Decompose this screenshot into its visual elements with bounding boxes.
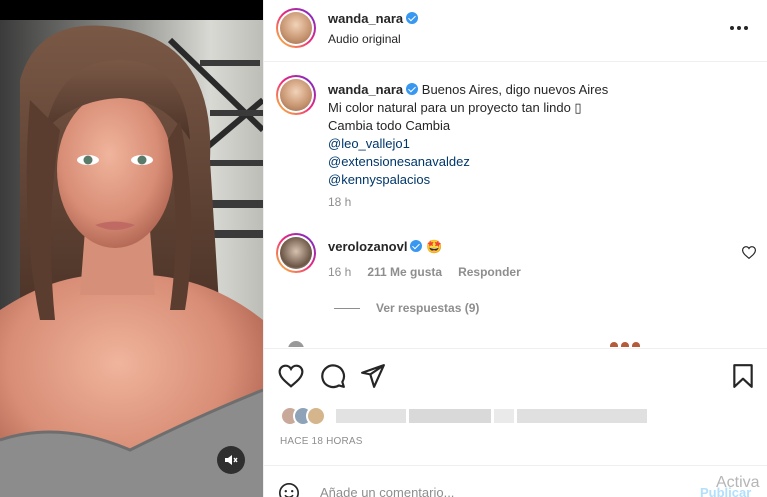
commenter-username[interactable]: verolozanovl (328, 239, 407, 254)
caption-line-3: Cambia todo Cambia (328, 118, 451, 133)
comment-icon[interactable] (320, 363, 346, 389)
caption-username[interactable]: wanda_nara (328, 82, 403, 97)
reply-button[interactable]: Responder (458, 265, 521, 279)
author-avatar[interactable] (276, 8, 316, 48)
post-panel: wanda_nara Audio original wanda_nara Bue… (263, 0, 767, 497)
mention-link[interactable]: @kennyspalacios (328, 171, 748, 189)
author-username-row[interactable]: wanda_nara (328, 11, 419, 26)
comment: verolozanovl 🤩 16 h 211 Me gusta Respond… (328, 238, 728, 279)
os-activation-watermark: Activa (716, 474, 760, 491)
commenter-avatar[interactable] (276, 233, 316, 273)
view-replies-row[interactable]: Ver respuestas (9) (334, 301, 479, 315)
action-bar (264, 348, 767, 400)
more-icon (730, 26, 734, 30)
emoji-icon[interactable] (278, 482, 300, 497)
caption-line-2: Mi color natural para un proyecto tan li… (328, 100, 582, 115)
more-options-button[interactable] (726, 18, 752, 38)
bookmark-icon[interactable] (730, 363, 756, 389)
verified-badge-icon (410, 240, 423, 252)
next-comment-preview (610, 342, 640, 347)
caption: wanda_nara Buenos Aires, digo nuevos Air… (328, 81, 748, 209)
mute-button[interactable] (217, 446, 245, 474)
heart-icon[interactable] (278, 363, 304, 389)
next-commenter-avatar[interactable] (288, 341, 304, 347)
post-header: wanda_nara Audio original (264, 0, 767, 62)
verified-badge-icon (406, 83, 419, 95)
comments-section: wanda_nara Buenos Aires, digo nuevos Air… (264, 63, 767, 347)
instagram-post: wanda_nara Audio original wanda_nara Bue… (0, 0, 767, 497)
post-photo (0, 20, 263, 497)
likes-text-blurred (336, 409, 647, 423)
comment-likes[interactable]: 211 Me gusta (367, 265, 442, 279)
verified-badge-icon (406, 12, 419, 24)
audio-label[interactable]: Audio original (328, 32, 401, 46)
comment-time[interactable]: 16 h (328, 265, 351, 279)
comment-text: 🤩 (426, 239, 443, 254)
likes-summary[interactable] (280, 406, 647, 426)
mute-icon (225, 455, 238, 465)
caption-line-1: Buenos Aires, digo nuevos Aires (421, 82, 609, 97)
author-username[interactable]: wanda_nara (328, 11, 403, 26)
media-top-bar (0, 0, 263, 20)
caption-time[interactable]: 18 h (328, 195, 748, 209)
mention-link[interactable]: @leo_vallejo1 (328, 135, 748, 153)
caption-avatar[interactable] (276, 75, 316, 115)
comment-like-heart-icon[interactable] (742, 246, 756, 259)
post-media[interactable] (0, 0, 263, 497)
mention-link[interactable]: @extensionesanavaldez (328, 153, 748, 171)
view-replies-button[interactable]: Ver respuestas (9) (376, 301, 479, 315)
post-time[interactable]: HACE 18 HORAS (280, 436, 363, 447)
add-comment-bar: Añade un comentario... Publicar (264, 465, 767, 497)
share-icon[interactable] (360, 363, 386, 389)
comment-input[interactable]: Añade un comentario... (320, 485, 454, 497)
liker-avatars (280, 406, 326, 426)
